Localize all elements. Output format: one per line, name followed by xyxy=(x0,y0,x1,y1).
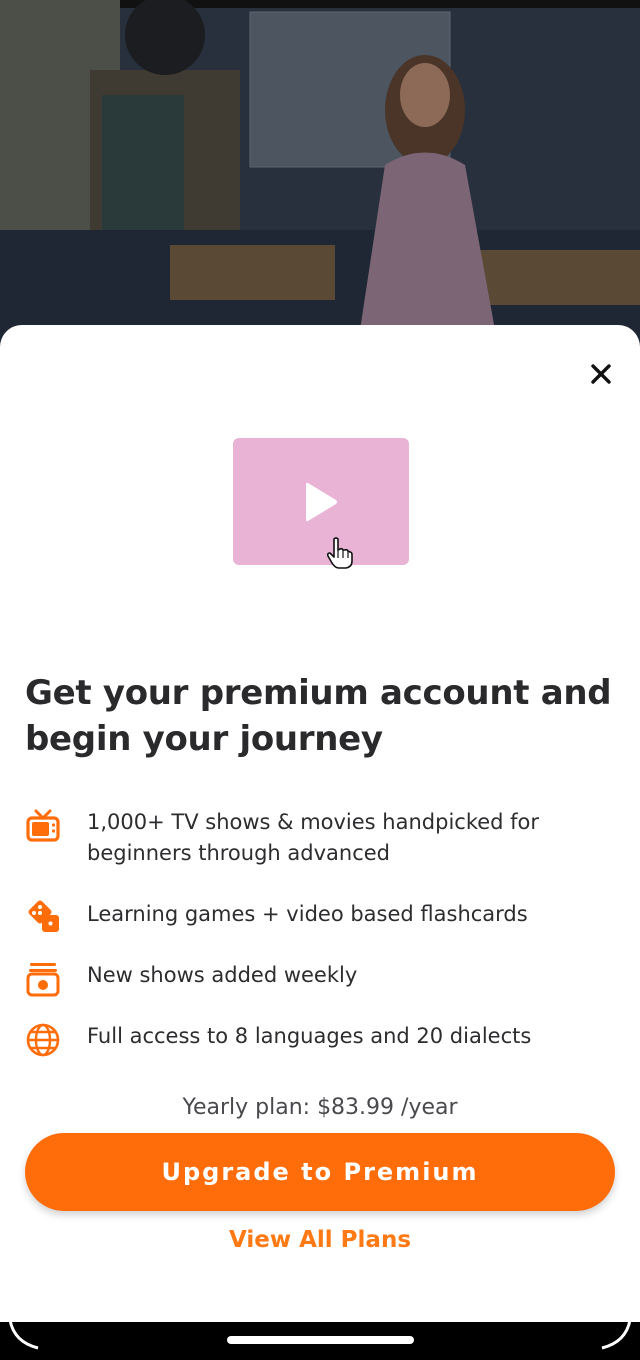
calendar-icon xyxy=(24,960,62,998)
feature-text: Learning games + video based flashcards xyxy=(87,902,528,926)
premium-upsell-sheet: Get your premium account and begin your … xyxy=(0,325,640,1322)
feature-item: Learning games + video based flashcards xyxy=(24,899,620,937)
background-video xyxy=(0,0,640,360)
globe-icon xyxy=(24,1021,62,1059)
dice-icon xyxy=(24,899,62,937)
close-icon xyxy=(591,364,611,384)
feature-text: 1,000+ TV shows & movies handpicked for … xyxy=(87,810,540,865)
preview-video-thumbnail[interactable] xyxy=(233,438,409,569)
feature-text: Full access to 8 languages and 20 dialec… xyxy=(87,1024,532,1048)
home-indicator[interactable] xyxy=(227,1336,414,1344)
tv-icon xyxy=(24,807,62,845)
close-button[interactable] xyxy=(584,357,618,391)
feature-item: Full access to 8 languages and 20 dialec… xyxy=(24,1021,620,1059)
feature-item: New shows added weekly xyxy=(24,960,620,998)
yearly-plan-price: Yearly plan: $83.99 /year xyxy=(182,1095,458,1120)
headline: Get your premium account and begin your … xyxy=(25,673,612,759)
feature-text: New shows added weekly xyxy=(87,963,358,987)
screen-corner-decoration xyxy=(601,1319,632,1350)
screen-corner-decoration xyxy=(8,1319,39,1350)
hand-cursor-icon xyxy=(326,537,353,569)
play-icon xyxy=(306,482,337,521)
feature-item: 1,000+ TV shows & movies handpicked for … xyxy=(24,807,620,869)
view-all-plans-link[interactable]: View All Plans xyxy=(0,1227,640,1253)
upgrade-to-premium-button[interactable]: Upgrade to Premium xyxy=(25,1133,615,1211)
